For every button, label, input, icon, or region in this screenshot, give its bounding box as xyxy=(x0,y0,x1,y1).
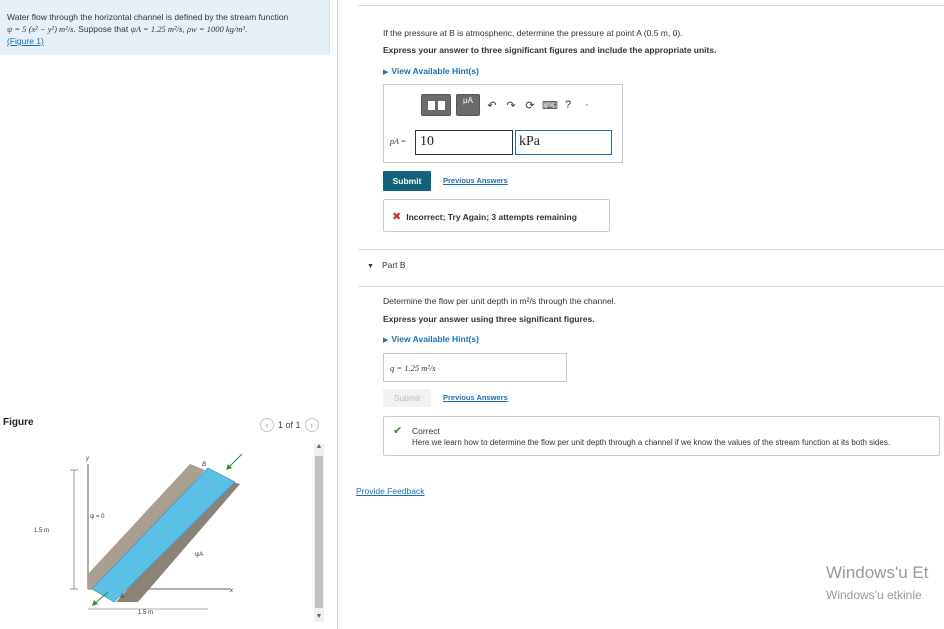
part-b-previous-answers-link[interactable]: Previous Answers xyxy=(443,393,508,402)
help-icon[interactable]: ? xyxy=(561,99,575,111)
figure-title: Figure xyxy=(3,417,34,428)
part-b-instruction: Express your answer using three signific… xyxy=(383,314,595,324)
part-b-question: Determine the flow per unit depth in m²/… xyxy=(383,296,616,306)
label-A: A xyxy=(119,594,124,600)
pa-label: pA = xyxy=(390,137,407,146)
label-height: 1.5 m xyxy=(34,528,49,534)
redo-icon[interactable]: ↷ xyxy=(504,99,518,112)
label-y: y xyxy=(85,456,90,462)
part-a-hint-link[interactable]: ▶ View Available Hint(s) xyxy=(383,66,479,76)
undo-icon[interactable]: ↶ xyxy=(485,99,499,112)
flow-arrow-in xyxy=(227,453,243,469)
caret-right-icon: ▶ xyxy=(383,69,389,76)
template-button[interactable] xyxy=(421,94,451,116)
pager-text: 1 of 1 xyxy=(278,420,301,430)
correct-title: Correct xyxy=(412,426,440,436)
watermark-line1: Windows'u Et xyxy=(826,563,929,582)
more-icon[interactable]: · xyxy=(580,99,594,111)
part-a-instruction: Express your answer to three significant… xyxy=(383,45,717,55)
part-b-result: ✔ Correct Here we learn how to determine… xyxy=(383,416,940,456)
problem-line1: Water flow through the horizontal channe… xyxy=(7,12,289,22)
part-a-header xyxy=(358,0,944,6)
pa-unit-input[interactable]: kPa xyxy=(515,130,612,155)
water-channel xyxy=(91,467,236,603)
prev-figure-button[interactable]: ‹ xyxy=(260,418,274,432)
label-psi0: ψ = 0 xyxy=(90,514,105,520)
label-width: 1.5 m xyxy=(138,610,153,616)
pa-value-input[interactable]: 10 xyxy=(415,130,513,155)
part-b-label[interactable]: ▼ Part B xyxy=(367,260,406,270)
part-b-hint-link[interactable]: ▶ View Available Hint(s) xyxy=(383,334,479,344)
part-b-submit-button: Submit xyxy=(383,389,431,407)
stream-function: ψ = 5 (x² − y²) m²/s xyxy=(7,24,74,34)
part-b-answer: q = 1.25 m²/s xyxy=(383,353,567,382)
part-a-result: ✖ Incorrect; Try Again; 3 attempts remain… xyxy=(383,199,610,232)
reset-icon[interactable]: ⟳ xyxy=(523,99,537,112)
density-value: ρw = 1000 kg/m³ xyxy=(187,24,245,34)
label-B: B xyxy=(202,462,206,468)
keyboard-icon[interactable]: ⌨ xyxy=(542,99,558,112)
label-x: x xyxy=(229,588,234,594)
figure-link[interactable]: (Figure 1) xyxy=(7,35,322,47)
channel-figure: y x ψ = 0 ψA A B 1.5 m 1.5 m xyxy=(34,453,243,616)
part-b-header[interactable] xyxy=(358,249,944,287)
next-figure-button[interactable]: › xyxy=(304,418,319,432)
figure-scroll-thumb[interactable] xyxy=(315,456,323,608)
part-a-previous-answers-link[interactable]: Previous Answers xyxy=(443,176,508,185)
correct-message: Here we learn how to determine the flow … xyxy=(412,438,891,447)
problem-line2: ψ = 5 (x² − y²) m²/s. Suppose that ψA = … xyxy=(7,24,248,34)
watermark-line2: Windows'u etkinle xyxy=(826,588,922,602)
problem-statement: Water flow through the horizontal channe… xyxy=(0,0,330,55)
x-icon: ✖ xyxy=(392,211,402,223)
provide-feedback-link[interactable]: Provide Feedback xyxy=(356,486,425,496)
caret-down-icon: ▼ xyxy=(367,263,374,270)
part-a-question: If the pressure at B is atmospheric, det… xyxy=(383,28,683,38)
scroll-up-icon[interactable]: ▲ xyxy=(314,443,324,450)
scroll-down-icon[interactable]: ▼ xyxy=(314,613,324,620)
check-icon: ✔ xyxy=(393,425,403,437)
math-toolbar: μA ↶ ↷ ⟳ ⌨ ? · xyxy=(421,94,594,116)
greek-symbols-button[interactable]: μA xyxy=(456,94,480,116)
caret-right-icon: ▶ xyxy=(383,337,389,344)
part-a-submit-button[interactable]: Submit xyxy=(383,171,431,191)
label-psiA: ψA xyxy=(195,552,203,558)
column-divider xyxy=(337,0,338,629)
psi-a-value: ψA = 1.25 m²/s xyxy=(130,24,183,34)
figure-pager: ‹ 1 of 1 › xyxy=(260,418,319,432)
